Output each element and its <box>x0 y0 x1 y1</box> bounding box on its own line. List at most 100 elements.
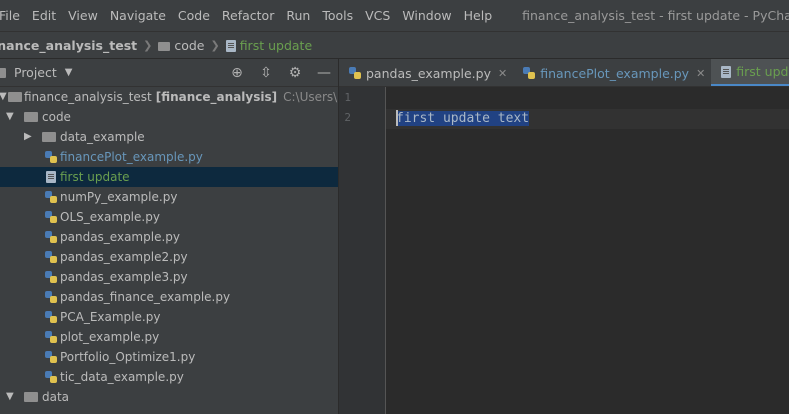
tree-item-name: OLS_example.py <box>60 210 160 224</box>
breadcrumb-file-label: first update <box>239 37 313 53</box>
project-path-hint: C:\Users\PC-02\ <box>283 90 338 104</box>
project-view-icon <box>0 68 6 78</box>
tree-item-name: tic_data_example.py <box>60 370 184 384</box>
tree-file-row[interactable]: tic_data_example.py <box>0 367 338 387</box>
python-file-icon <box>523 67 536 79</box>
menu-refactor[interactable]: Refactor <box>216 8 280 23</box>
menu-navigate[interactable]: Navigate <box>104 8 172 23</box>
editor-tab[interactable]: financePlot_example.py ✕ <box>513 59 711 86</box>
python-file-icon <box>45 211 57 223</box>
menu-vcs[interactable]: VCS <box>359 8 396 23</box>
code-editor[interactable]: first update text <box>386 87 789 414</box>
chevron-down-icon[interactable]: ▼ <box>65 67 73 78</box>
tree-item-name: finance_analysis_test <box>24 90 152 104</box>
tree-item-label: first update <box>60 167 130 187</box>
breadcrumb-file[interactable]: first update <box>225 37 313 53</box>
tree-item-label: pandas_finance_example.py <box>60 287 230 307</box>
editor-tab[interactable]: pandas_example.py ✕ <box>339 59 513 86</box>
text-caret <box>396 109 398 126</box>
tree-folder-row[interactable]: ▼ code <box>0 107 338 127</box>
window-title: finance_analysis_test - first update - P… <box>522 8 789 23</box>
project-panel-title[interactable]: Project <box>14 65 57 80</box>
module-name: [finance_analysis] <box>155 90 278 104</box>
tree-item-name: data_example <box>60 130 145 144</box>
tree-folder-row[interactable]: ▶ data_example <box>0 127 338 147</box>
editor-tab-label: pandas_example.py <box>366 65 491 81</box>
text-file-icon <box>46 171 56 183</box>
tree-file-row[interactable]: OLS_example.py <box>0 207 338 227</box>
tree-file-row[interactable]: Portfolio_Optimize1.py <box>0 347 338 367</box>
python-file-icon <box>45 291 57 303</box>
tree-folder-row[interactable]: ▼ finance_analysis_test[finance_analysis]… <box>0 87 338 107</box>
code-line[interactable]: first update text <box>386 109 789 129</box>
menu-window[interactable]: Window <box>396 8 457 23</box>
menu-file[interactable]: File <box>0 8 26 23</box>
python-file-icon <box>45 231 57 243</box>
tree-item-label: tic_data_example.py <box>60 367 184 387</box>
project-panel-toolbar: ⊕ ⇳ ⚙ — <box>229 59 332 87</box>
menu-view[interactable]: View <box>62 8 104 23</box>
expand-arrow-icon[interactable]: ▼ <box>6 107 14 127</box>
tree-item-label: financePlot_example.py <box>60 147 203 167</box>
expand-arrow-icon[interactable]: ▼ <box>0 87 7 107</box>
code-line[interactable] <box>386 89 789 109</box>
menu-code[interactable]: Code <box>172 8 216 23</box>
tree-item-label: Portfolio_Optimize1.py <box>60 347 195 367</box>
expand-arrow-icon[interactable]: ▼ <box>6 387 14 407</box>
text-file-icon <box>721 65 732 78</box>
menu-run[interactable]: Run <box>280 8 316 23</box>
tree-item-name: pandas_finance_example.py <box>60 290 231 304</box>
tree-file-row[interactable]: numPy_example.py <box>0 187 338 207</box>
python-file-icon <box>45 371 57 383</box>
editor-tab-label: first update <box>736 64 789 79</box>
tree-item-name: data <box>42 390 70 404</box>
folder-icon <box>8 92 22 102</box>
tree-folder-row[interactable]: ▼ data <box>0 387 338 407</box>
tree-file-row[interactable]: first update <box>0 167 338 187</box>
tree-item-label: pandas_example.py <box>60 227 180 247</box>
editor-tab[interactable]: first update✕ <box>711 59 789 86</box>
close-icon[interactable]: ✕ <box>696 67 705 80</box>
chevron-right-icon: ❯ <box>210 38 220 52</box>
menu-tools[interactable]: Tools <box>316 8 359 23</box>
minimize-icon[interactable]: — <box>316 65 332 81</box>
tree-item-label: OLS_example.py <box>60 207 160 227</box>
tree-file-row[interactable]: financePlot_example.py <box>0 147 338 167</box>
tree-file-row[interactable]: pandas_example.py <box>0 227 338 247</box>
tree-file-row[interactable]: pandas_finance_example.py <box>0 287 338 307</box>
text-file-icon <box>225 40 236 52</box>
menu-help[interactable]: Help <box>458 8 499 23</box>
python-file-icon <box>45 311 57 323</box>
menu-edit[interactable]: Edit <box>26 8 62 23</box>
editor-tab-label: financePlot_example.py <box>540 65 690 81</box>
tree-file-row[interactable]: plot_example.py <box>0 327 338 347</box>
tree-item-label: numPy_example.py <box>60 187 177 207</box>
tree-item-name: PCA_Example.py <box>60 310 161 324</box>
editor-tabs: pandas_example.py ✕ financePlot_example.py… <box>339 59 789 87</box>
tree-item-label: pandas_example3.py <box>60 267 188 287</box>
tree-file-row[interactable]: PCA_Example.py <box>0 307 338 327</box>
line-number: 2 <box>344 111 351 124</box>
tree-item-label: data_example <box>60 127 145 147</box>
breadcrumb-folder[interactable]: code <box>158 38 204 53</box>
tree-file-row[interactable]: pandas_example3.py <box>0 267 338 287</box>
close-icon[interactable]: ✕ <box>498 67 507 80</box>
folder-icon <box>42 132 56 142</box>
python-file-icon <box>45 251 57 263</box>
tree-file-row[interactable]: pandas_example2.py <box>0 247 338 267</box>
breadcrumb: finance_analysis_test ❯ code ❯ first upd… <box>0 31 789 59</box>
line-number-gutter: 12 <box>339 87 386 414</box>
tree-item-label: plot_example.py <box>60 327 159 347</box>
python-file-icon <box>45 331 57 343</box>
collapse-icon[interactable]: ⇳ <box>258 65 274 81</box>
code-line-text: first update text <box>396 109 530 129</box>
tree-item-name: code <box>42 110 71 124</box>
gear-icon[interactable]: ⚙ <box>287 65 303 81</box>
tree-item-label: pandas_example2.py <box>60 247 188 267</box>
tree-item-name: financePlot_example.py <box>60 150 203 164</box>
target-icon[interactable]: ⊕ <box>229 65 245 81</box>
menu-bar: File Edit View Navigate Code Refactor Ru… <box>0 0 789 31</box>
breadcrumb-project[interactable]: finance_analysis_test <box>0 38 137 53</box>
collapse-arrow-icon[interactable]: ▶ <box>24 127 32 147</box>
python-file-icon <box>45 271 57 283</box>
